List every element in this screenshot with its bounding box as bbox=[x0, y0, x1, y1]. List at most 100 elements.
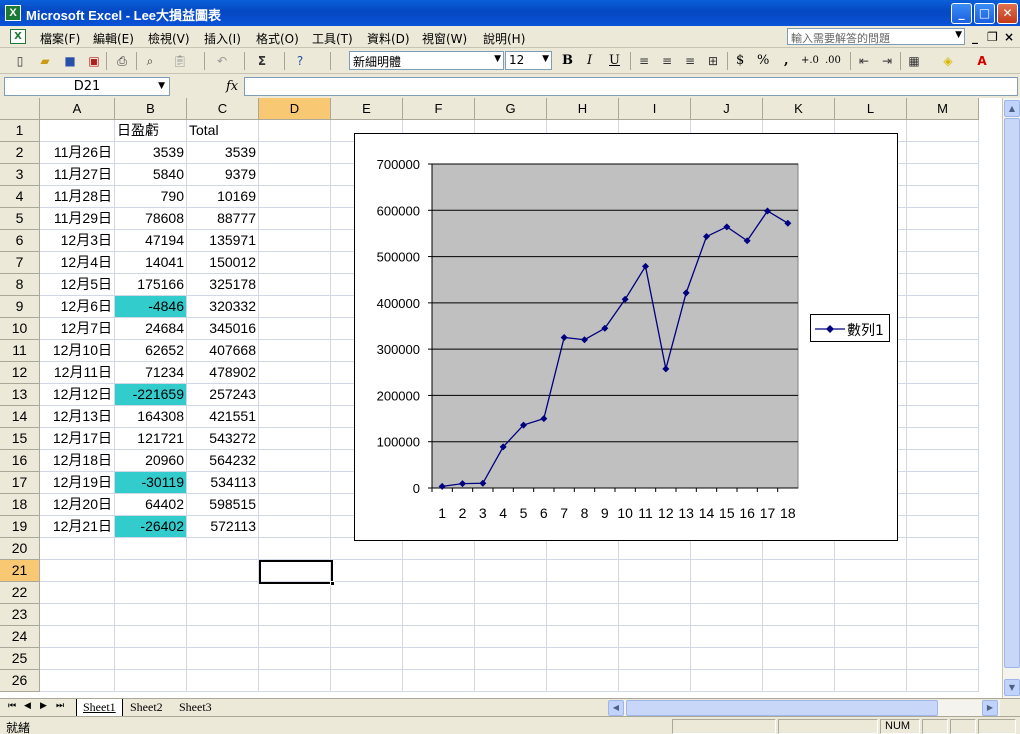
cell-c4[interactable]: 10169 bbox=[187, 186, 259, 208]
increase-decimal-button[interactable]: +.0 bbox=[801, 55, 819, 66]
cell-m19[interactable] bbox=[907, 516, 979, 538]
cell-d9[interactable] bbox=[259, 296, 331, 318]
menu-file[interactable]: 檔案(F) bbox=[40, 30, 80, 47]
cell-e22[interactable] bbox=[331, 582, 403, 604]
line-chart[interactable]: 0 100000 200000 300000 400000 500000 600000 700… bbox=[354, 133, 898, 541]
print-icon[interactable]: ⎙ bbox=[114, 53, 130, 69]
cell-b1[interactable]: 日盈虧 bbox=[115, 120, 187, 142]
column-header-i[interactable]: I bbox=[619, 98, 691, 120]
cell-m12[interactable] bbox=[907, 362, 979, 384]
cell-h25[interactable] bbox=[547, 648, 619, 670]
cell-k23[interactable] bbox=[763, 604, 835, 626]
cell-b8[interactable]: 175166 bbox=[115, 274, 187, 296]
row-header-3[interactable]: 3 bbox=[0, 164, 40, 186]
row-header-25[interactable]: 25 bbox=[0, 648, 40, 670]
cell-g21[interactable] bbox=[475, 560, 547, 582]
cell-j25[interactable] bbox=[691, 648, 763, 670]
cell-d1[interactable] bbox=[259, 120, 331, 142]
scroll-up-arrow-icon[interactable]: ▲ bbox=[1004, 100, 1020, 117]
cell-a12[interactable]: 12月11日 bbox=[40, 362, 115, 384]
cell-i25[interactable] bbox=[619, 648, 691, 670]
row-header-22[interactable]: 22 bbox=[0, 582, 40, 604]
cell-c9[interactable]: 320332 bbox=[187, 296, 259, 318]
cell-m16[interactable] bbox=[907, 450, 979, 472]
cell-b23[interactable] bbox=[115, 604, 187, 626]
cell-f25[interactable] bbox=[403, 648, 475, 670]
vertical-scrollbar[interactable]: ▲ ▼ bbox=[1002, 98, 1020, 698]
cell-b15[interactable]: 121721 bbox=[115, 428, 187, 450]
cell-d4[interactable] bbox=[259, 186, 331, 208]
cell-b18[interactable]: 64402 bbox=[115, 494, 187, 516]
cell-i26[interactable] bbox=[619, 670, 691, 692]
insert-function-icon[interactable]: fx bbox=[226, 79, 238, 94]
cell-d19[interactable] bbox=[259, 516, 331, 538]
cell-c11[interactable]: 407668 bbox=[187, 340, 259, 362]
column-header-c[interactable]: C bbox=[187, 98, 259, 120]
cell-d13[interactable] bbox=[259, 384, 331, 406]
row-header-6[interactable]: 6 bbox=[0, 230, 40, 252]
chart-legend[interactable]: 數列1 bbox=[810, 314, 890, 342]
cell-l21[interactable] bbox=[835, 560, 907, 582]
cell-m15[interactable] bbox=[907, 428, 979, 450]
menu-help[interactable]: 說明(H) bbox=[483, 30, 525, 47]
column-header-h[interactable]: H bbox=[547, 98, 619, 120]
cell-c22[interactable] bbox=[187, 582, 259, 604]
cell-c18[interactable]: 598515 bbox=[187, 494, 259, 516]
scroll-down-arrow-icon[interactable]: ▼ bbox=[1004, 679, 1020, 696]
cell-e26[interactable] bbox=[331, 670, 403, 692]
column-header-b[interactable]: B bbox=[115, 98, 187, 120]
cell-b4[interactable]: 790 bbox=[115, 186, 187, 208]
cell-c10[interactable]: 345016 bbox=[187, 318, 259, 340]
cell-f23[interactable] bbox=[403, 604, 475, 626]
cell-a11[interactable]: 12月10日 bbox=[40, 340, 115, 362]
cell-f26[interactable] bbox=[403, 670, 475, 692]
cell-f21[interactable] bbox=[403, 560, 475, 582]
cell-a6[interactable]: 12月3日 bbox=[40, 230, 115, 252]
cell-d8[interactable] bbox=[259, 274, 331, 296]
scroll-right-arrow-icon[interactable]: ▶ bbox=[982, 700, 998, 716]
cell-b21[interactable] bbox=[115, 560, 187, 582]
row-header-21[interactable]: 21 bbox=[0, 560, 40, 582]
font-color-icon[interactable]: A bbox=[974, 53, 990, 69]
open-folder-icon[interactable]: ▰ bbox=[37, 53, 53, 69]
cell-m25[interactable] bbox=[907, 648, 979, 670]
column-header-l[interactable]: L bbox=[835, 98, 907, 120]
row-header-26[interactable]: 26 bbox=[0, 670, 40, 692]
sheet-tab-sheet3[interactable]: Sheet3 bbox=[173, 699, 218, 716]
cell-e24[interactable] bbox=[331, 626, 403, 648]
cell-i24[interactable] bbox=[619, 626, 691, 648]
cell-c23[interactable] bbox=[187, 604, 259, 626]
chevron-down-icon[interactable]: ▼ bbox=[955, 30, 962, 40]
cell-m11[interactable] bbox=[907, 340, 979, 362]
underline-button[interactable]: U bbox=[609, 53, 620, 68]
cell-b5[interactable]: 78608 bbox=[115, 208, 187, 230]
cell-d18[interactable] bbox=[259, 494, 331, 516]
cell-l24[interactable] bbox=[835, 626, 907, 648]
column-header-e[interactable]: E bbox=[331, 98, 403, 120]
cell-m13[interactable] bbox=[907, 384, 979, 406]
cell-c17[interactable]: 534113 bbox=[187, 472, 259, 494]
cell-b16[interactable]: 20960 bbox=[115, 450, 187, 472]
column-header-g[interactable]: G bbox=[475, 98, 547, 120]
column-header-d[interactable]: D bbox=[259, 98, 331, 120]
vertical-scroll-thumb[interactable] bbox=[1004, 118, 1020, 668]
align-right-icon[interactable]: ≡ bbox=[682, 53, 698, 69]
cell-h22[interactable] bbox=[547, 582, 619, 604]
cell-f24[interactable] bbox=[403, 626, 475, 648]
cell-m9[interactable] bbox=[907, 296, 979, 318]
fill-color-icon[interactable]: ◈ bbox=[940, 53, 956, 69]
cell-c7[interactable]: 150012 bbox=[187, 252, 259, 274]
cell-b3[interactable]: 5840 bbox=[115, 164, 187, 186]
cell-a18[interactable]: 12月20日 bbox=[40, 494, 115, 516]
cell-b2[interactable]: 3539 bbox=[115, 142, 187, 164]
cell-c16[interactable]: 564232 bbox=[187, 450, 259, 472]
undo-icon[interactable]: ↶ bbox=[214, 53, 230, 69]
cell-c13[interactable]: 257243 bbox=[187, 384, 259, 406]
cell-a4[interactable]: 11月28日 bbox=[40, 186, 115, 208]
cell-d17[interactable] bbox=[259, 472, 331, 494]
close-button[interactable]: ✕ bbox=[997, 3, 1018, 24]
cell-d23[interactable] bbox=[259, 604, 331, 626]
cell-c15[interactable]: 543272 bbox=[187, 428, 259, 450]
formula-input[interactable] bbox=[244, 77, 1018, 96]
cell-j26[interactable] bbox=[691, 670, 763, 692]
